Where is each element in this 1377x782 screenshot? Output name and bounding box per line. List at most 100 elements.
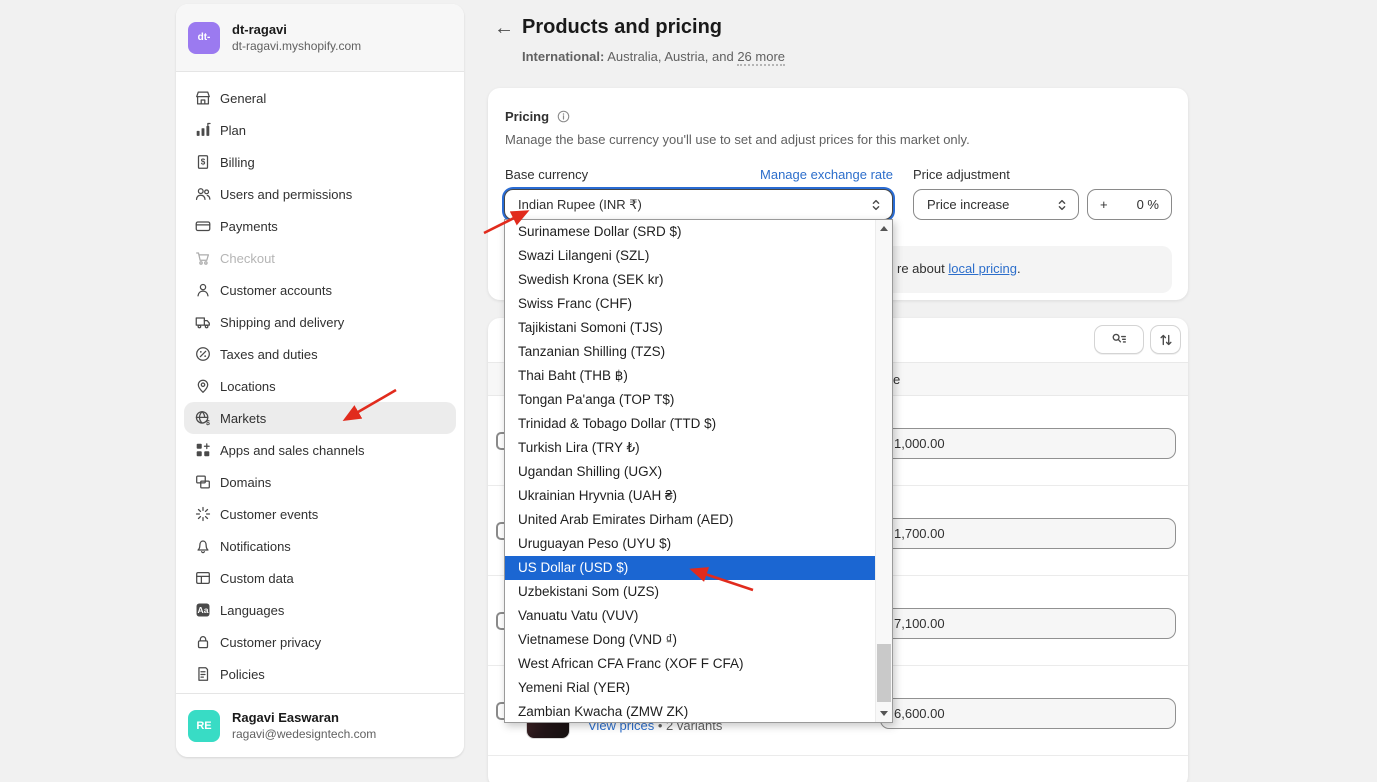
billing-icon: $ (194, 153, 212, 171)
manage-exchange-rate-link[interactable]: Manage exchange rate (760, 167, 893, 182)
plan-icon (194, 121, 212, 139)
store-domain: dt-ragavi.myshopify.com (232, 39, 361, 53)
price-input[interactable] (880, 518, 1176, 549)
store-name: dt-ragavi (232, 22, 361, 37)
price-column-header-fragment: e (893, 372, 900, 387)
sidebar-item-apps-sales-channels[interactable]: Apps and sales channels (184, 434, 456, 466)
currency-option[interactable]: Trinidad & Tobago Dollar (TTD $) (505, 412, 876, 436)
svg-text:$: $ (206, 418, 210, 427)
percent-icon (194, 345, 212, 363)
sidebar-item-plan[interactable]: Plan (184, 114, 456, 146)
sidebar-item-customer-events[interactable]: Customer events (184, 498, 456, 530)
sidebar-item-taxes-duties[interactable]: Taxes and duties (184, 338, 456, 370)
checkout-cart-icon (194, 249, 212, 267)
svg-text:$: $ (201, 158, 206, 167)
store-avatar: dt- (188, 22, 220, 54)
sidebar-item-payments[interactable]: Payments (184, 210, 456, 242)
user-footer: RE Ragavi Easwaran ragavi@wedesigntech.c… (176, 693, 464, 757)
currency-option[interactable]: Surinamese Dollar (SRD $) (505, 220, 876, 244)
currency-option[interactable]: Ukrainian Hryvnia (UAH ₴) (505, 484, 876, 508)
currency-option[interactable]: Ugandan Shilling (UGX) (505, 460, 876, 484)
dropdown-scrollbar (875, 220, 892, 722)
users-icon (194, 185, 212, 203)
globe-dollar-icon: $ (194, 409, 212, 427)
more-countries-link[interactable]: 26 more (737, 49, 785, 66)
info-icon[interactable] (556, 109, 571, 124)
currency-option-selected[interactable]: US Dollar (USD $) (505, 556, 876, 580)
lock-icon (194, 633, 212, 651)
table-icon (194, 569, 212, 587)
price-adjustment-value-input[interactable]: + 0 % (1087, 189, 1172, 220)
bell-icon (194, 537, 212, 555)
store-icon (194, 89, 212, 107)
person-icon (194, 281, 212, 299)
base-currency-select[interactable]: Indian Rupee (INR ₹) (504, 189, 893, 220)
sidebar-item-languages[interactable]: Aa Languages (184, 594, 456, 626)
currency-option[interactable]: Uzbekistani Som (UZS) (505, 580, 876, 604)
scrollbar-thumb[interactable] (877, 644, 891, 702)
pin-icon (194, 377, 212, 395)
currency-option[interactable]: Swazi Lilangeni (SZL) (505, 244, 876, 268)
currency-option[interactable]: Tanzanian Shilling (TZS) (505, 340, 876, 364)
page-subtitle: International: Australia, Austria, and 2… (522, 49, 785, 64)
currency-option[interactable]: Uruguayan Peso (UYU $) (505, 532, 876, 556)
scroll-down-arrow[interactable] (876, 705, 892, 722)
svg-text:Aa: Aa (198, 605, 209, 615)
sort-icon (1157, 331, 1175, 349)
updown-chevron-icon (1056, 198, 1068, 212)
price-input[interactable] (880, 428, 1176, 459)
currency-option[interactable]: Zambian Kwacha (ZMW ZK) (505, 700, 876, 724)
base-currency-label: Base currency (505, 167, 588, 182)
user-name: Ragavi Easwaran (232, 710, 376, 725)
scroll-up-arrow[interactable] (876, 220, 892, 237)
domains-icon (194, 473, 212, 491)
settings-sidebar: dt- dt-ragavi dt-ragavi.myshopify.com Ge… (176, 4, 464, 757)
search-filter-button[interactable] (1094, 325, 1144, 354)
price-input[interactable] (880, 698, 1176, 729)
currency-option[interactable]: West African CFA Franc (XOF F CFA) (505, 652, 876, 676)
currency-option[interactable]: Turkish Lira (TRY ₺) (505, 436, 876, 460)
store-header: dt- dt-ragavi dt-ragavi.myshopify.com (176, 4, 464, 72)
price-adjustment-label: Price adjustment (913, 167, 1010, 182)
pricing-description: Manage the base currency you'll use to s… (505, 132, 970, 147)
payments-icon (194, 217, 212, 235)
settings-nav: General Plan $ Billing Users and permiss… (184, 82, 456, 690)
apps-grid-icon (194, 441, 212, 459)
sidebar-item-customer-accounts[interactable]: Customer accounts (184, 274, 456, 306)
sidebar-item-locations[interactable]: Locations (184, 370, 456, 402)
sort-button[interactable] (1150, 325, 1181, 354)
currency-dropdown: Surinamese Dollar (SRD $) Swazi Lilangen… (504, 219, 893, 723)
updown-chevron-icon (870, 198, 882, 212)
currency-option[interactable]: United Arab Emirates Dirham (AED) (505, 508, 876, 532)
sidebar-item-checkout: Checkout (184, 242, 456, 274)
sidebar-item-custom-data[interactable]: Custom data (184, 562, 456, 594)
sidebar-item-users-permissions[interactable]: Users and permissions (184, 178, 456, 210)
currency-option[interactable]: Yemeni Rial (YER) (505, 676, 876, 700)
sidebar-item-policies[interactable]: Policies (184, 658, 456, 690)
price-adjustment-select[interactable]: Price increase (913, 189, 1079, 220)
sparkle-icon (194, 505, 212, 523)
currency-option[interactable]: Swiss Franc (CHF) (505, 292, 876, 316)
user-email: ragavi@wedesigntech.com (232, 727, 376, 741)
settings-page: dt- dt-ragavi dt-ragavi.myshopify.com Ge… (0, 0, 1377, 782)
currency-option[interactable]: Thai Baht (THB ฿) (505, 364, 876, 388)
document-icon (194, 665, 212, 683)
truck-icon (194, 313, 212, 331)
currency-option[interactable]: Vanuatu Vatu (VUV) (505, 604, 876, 628)
sidebar-item-domains[interactable]: Domains (184, 466, 456, 498)
sidebar-item-shipping-delivery[interactable]: Shipping and delivery (184, 306, 456, 338)
sidebar-item-customer-privacy[interactable]: Customer privacy (184, 626, 456, 658)
price-input[interactable] (880, 608, 1176, 639)
sidebar-item-billing[interactable]: $ Billing (184, 146, 456, 178)
pricing-title: Pricing (505, 109, 549, 124)
sidebar-item-notifications[interactable]: Notifications (184, 530, 456, 562)
currency-option[interactable]: Vietnamese Dong (VND ₫) (505, 628, 876, 652)
sidebar-item-general[interactable]: General (184, 82, 456, 114)
sidebar-item-markets[interactable]: $ Markets (184, 402, 456, 434)
local-pricing-link[interactable]: local pricing (948, 261, 1017, 276)
currency-option[interactable]: Tajikistani Somoni (TJS) (505, 316, 876, 340)
page-title: Products and pricing (522, 16, 722, 39)
currency-option[interactable]: Swedish Krona (SEK kr) (505, 268, 876, 292)
back-arrow-icon[interactable]: ← (494, 17, 514, 40)
currency-option[interactable]: Tongan Pa'anga (TOP T$) (505, 388, 876, 412)
